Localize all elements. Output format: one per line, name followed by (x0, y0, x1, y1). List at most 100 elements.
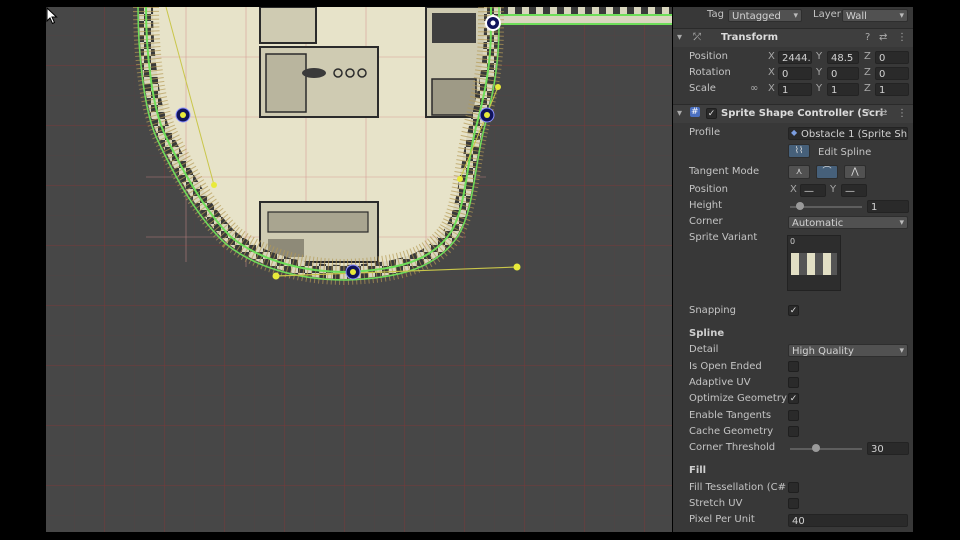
transform-rotation-row: Rotation X 0 Y 0 Z 0 (673, 66, 913, 82)
enable-tangents-checkbox[interactable] (788, 410, 799, 421)
enable-tangents-row: Enable Tangents (673, 409, 913, 425)
transform-icon: ⤱ (693, 32, 701, 43)
corner-threshold-field[interactable]: 30 (867, 442, 909, 455)
scale-y-field[interactable]: 1 (827, 83, 859, 96)
adaptive-uv-checkbox[interactable] (788, 377, 799, 388)
cache-geometry-label: Cache Geometry (689, 426, 774, 437)
tangent-linear-button[interactable]: ⋏ (788, 165, 810, 179)
axis-x-label: X (768, 83, 775, 94)
adaptive-uv-label: Adaptive UV (689, 377, 751, 388)
position-label: Position (689, 51, 728, 62)
mouse-cursor-icon (46, 7, 58, 25)
position-y-field[interactable]: 48.5 (827, 51, 859, 64)
fill-tessellation-row: Fill Tessellation (C# J (673, 481, 913, 497)
help-icon[interactable]: ? (865, 108, 870, 119)
profile-row: Profile Obstacle 1 (Sprite Sh ◆ (673, 126, 913, 142)
more-menu-icon[interactable]: ⋮ (897, 32, 907, 43)
tag-layer-row: Tag Untagged Layer Wall (673, 8, 913, 24)
optimize-geometry-checkbox[interactable]: ✓ (788, 393, 799, 404)
stretch-uv-label: Stretch UV (689, 498, 743, 509)
corner-label: Corner (689, 216, 723, 227)
fill-tessellation-checkbox[interactable] (788, 482, 799, 493)
position-x-field[interactable]: 2444. (778, 51, 812, 64)
profile-object-field[interactable]: Obstacle 1 (Sprite Sh (788, 127, 908, 140)
layer-dropdown[interactable]: Wall (842, 9, 908, 22)
point-y-label: Y (830, 184, 837, 195)
height-field[interactable]: 1 (867, 200, 909, 213)
edit-spline-row: ⌇⌇ Edit Spline (673, 144, 913, 162)
preset-icon[interactable]: ⇄ (879, 108, 887, 119)
point-x-field[interactable]: — (800, 184, 826, 197)
detail-dropdown[interactable]: High Quality (788, 344, 908, 357)
sprite-variant-index: 0 (790, 237, 796, 246)
cache-geometry-row: Cache Geometry (673, 425, 913, 441)
corner-threshold-slider-knob[interactable] (812, 444, 821, 452)
foldout-arrow-icon[interactable]: ▾ (677, 32, 682, 43)
is-open-ended-row: Is Open Ended (673, 360, 913, 376)
spline-section-title: Spline (689, 328, 725, 339)
tag-dropdown[interactable]: Untagged (728, 9, 802, 22)
enable-tangents-label: Enable Tangents (689, 410, 772, 421)
sink-drawing (259, 201, 379, 263)
inspector-panel: Tag Untagged Layer Wall ▾ ⤱ Transform ? … (673, 7, 913, 532)
transform-title: Transform (721, 32, 779, 43)
edit-spline-label: Edit Spline (818, 147, 872, 158)
height-row: Height 1 (673, 199, 913, 215)
tangent-handle-right[interactable] (513, 263, 521, 271)
rotation-x-field[interactable]: 0 (778, 67, 812, 80)
corner-dropdown[interactable]: Automatic (788, 216, 908, 229)
scene-view[interactable] (46, 7, 672, 532)
tangent-broken-button[interactable]: ⋀ (844, 165, 866, 179)
stretch-uv-row: Stretch UV (673, 497, 913, 513)
axis-x-label: X (768, 67, 775, 78)
snapping-label: Snapping (689, 305, 736, 316)
transform-scale-row: Scale ∞ X 1 Y 1 Z 1 (673, 82, 913, 98)
edit-spline-button[interactable]: ⌇⌇ (788, 144, 810, 158)
foldout-arrow-icon[interactable]: ▾ (677, 108, 682, 119)
point-y-field[interactable]: — (841, 184, 867, 197)
sprite-shape-asset-icon: ◆ (791, 128, 798, 137)
sprite-variant-label: Sprite Variant (689, 232, 758, 243)
sprite-variant-picker[interactable]: 0 (787, 235, 841, 291)
scale-z-field[interactable]: 1 (875, 83, 909, 96)
help-icon[interactable]: ? (865, 32, 870, 43)
axis-x-label: X (768, 51, 775, 62)
transform-position-row: Position X 2444. Y 48.5 Z 0 (673, 50, 913, 66)
tangent-mode-label: Tangent Mode (689, 166, 760, 177)
top-wall-strip (493, 7, 672, 25)
tangent-continuous-button[interactable]: ⌒ (816, 165, 838, 179)
scene-canvas[interactable] (46, 7, 672, 532)
layer-label: Layer (813, 9, 841, 20)
height-label: Height (689, 200, 723, 211)
point-position-row: Position X — Y — (673, 183, 913, 199)
preset-icon[interactable]: ⇄ (879, 32, 887, 43)
fill-section-title: Fill (689, 465, 707, 476)
point-x-label: X (790, 184, 797, 195)
snapping-checkbox[interactable]: ✓ (788, 305, 799, 316)
stretch-uv-checkbox[interactable] (788, 498, 799, 509)
rotation-z-field[interactable]: 0 (875, 67, 909, 80)
tangent-handle-left[interactable] (272, 272, 280, 280)
sprite-shape-controller-header[interactable]: ▾ # ✓ Sprite Shape Controller (Scri ? ⇄ … (673, 104, 913, 123)
pixel-per-unit-field[interactable]: 40 (788, 514, 908, 527)
axis-y-label: Y (816, 83, 823, 94)
rotation-y-field[interactable]: 0 (827, 67, 859, 80)
tag-label: Tag (707, 9, 724, 20)
corner-threshold-slider-track[interactable] (790, 448, 862, 450)
component-enabled-checkbox[interactable]: ✓ (706, 108, 717, 119)
cache-geometry-checkbox[interactable] (788, 426, 799, 437)
pixel-per-unit-row: Pixel Per Unit 40 (673, 513, 913, 529)
link-icon[interactable]: ∞ (750, 83, 758, 94)
sprite-variant-thumbnail[interactable] (791, 253, 837, 275)
scale-x-field[interactable]: 1 (778, 83, 812, 96)
axis-z-label: Z (864, 83, 871, 94)
transform-header[interactable]: ▾ ⤱ Transform ? ⇄ ⋮ (673, 28, 913, 47)
detail-label: Detail (689, 344, 719, 355)
height-slider-knob[interactable] (796, 202, 805, 210)
sprite-variant-row: Sprite Variant 0 (673, 231, 913, 291)
is-open-ended-checkbox[interactable] (788, 361, 799, 372)
position-z-field[interactable]: 0 (875, 51, 909, 64)
snapping-row: Snapping ✓ (673, 304, 913, 320)
more-menu-icon[interactable]: ⋮ (897, 108, 907, 119)
tangent-mode-row: Tangent Mode ⋏ ⌒ ⋀ (673, 164, 913, 182)
